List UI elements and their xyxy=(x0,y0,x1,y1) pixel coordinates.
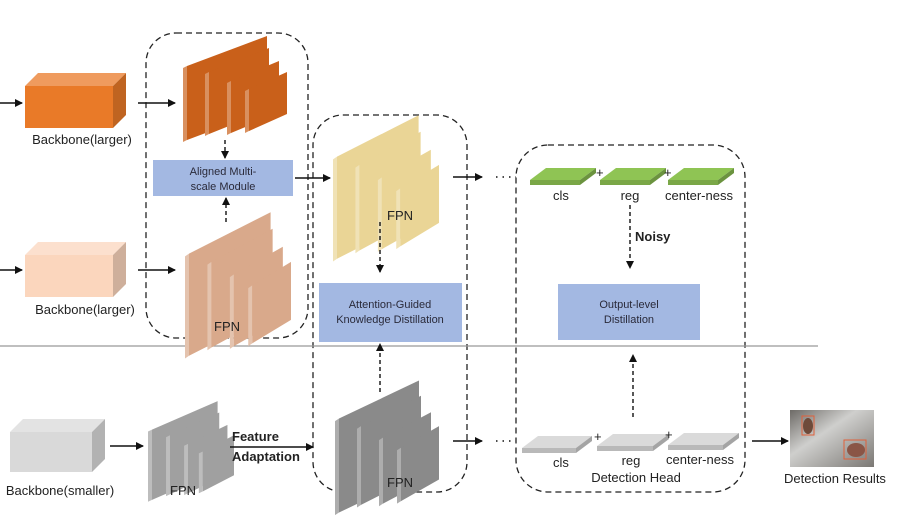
teacher-head-reg xyxy=(600,168,666,185)
box-top-face xyxy=(25,73,126,86)
output-distill-label-1: Output-level xyxy=(599,299,658,311)
box-front-face xyxy=(25,255,113,297)
teacher-reg-label: reg xyxy=(621,188,640,203)
aligned-module-label-1: Aligned Multi- xyxy=(190,166,257,178)
output-level-distillation-box xyxy=(558,284,700,340)
fpn-layer-edge xyxy=(183,66,187,142)
attention-distill-label-1: Attention-Guided xyxy=(349,299,432,311)
box-top-face xyxy=(25,242,126,255)
plus-sign: + xyxy=(664,165,672,180)
plus-sign: + xyxy=(596,165,604,180)
fpn-layer-edge xyxy=(357,426,361,508)
fpn-layer-edge xyxy=(377,177,382,252)
backbone-student-label: Backbone(smaller) xyxy=(6,483,114,498)
fpn-layer-edge xyxy=(198,451,203,494)
teacher-head-centerness xyxy=(668,168,734,185)
box-front-face xyxy=(10,432,92,472)
detection-results-label: Detection Results xyxy=(784,471,886,486)
pipeline-diagram: Aligned Multi- scale Module Attention-Gu… xyxy=(0,32,886,516)
fpn-layer-edge xyxy=(205,72,209,136)
backbone-teacher-2-label: Backbone(larger) xyxy=(35,302,135,317)
student-head-centerness xyxy=(668,433,739,450)
plus-sign: + xyxy=(594,429,602,444)
backbone-teacher-1 xyxy=(25,73,126,128)
fpn-layer-edge xyxy=(229,274,234,349)
teacher-cls-label: cls xyxy=(553,188,569,203)
teacher-fpn-orange xyxy=(183,36,287,142)
detection-head-label: Detection Head xyxy=(591,470,681,485)
fpn-layer-edge xyxy=(227,81,231,135)
box-front-face xyxy=(25,86,113,128)
teacher-head-cls xyxy=(530,168,596,185)
fpn-layer-edge xyxy=(148,429,152,502)
fpn-layer-edge xyxy=(335,418,339,516)
student-head-cls xyxy=(522,436,592,453)
teacher-fpn-peach xyxy=(185,212,291,359)
noisy-label: Noisy xyxy=(635,229,671,244)
defect-blob xyxy=(847,443,865,457)
slab-front xyxy=(668,180,718,185)
fpn-layer-edge xyxy=(333,156,337,262)
slab-front xyxy=(597,446,653,451)
fpn-layer-edge xyxy=(248,285,253,347)
fpn-layer-edge xyxy=(245,89,249,133)
output-distill-label-2: Distillation xyxy=(604,314,654,326)
fpn-student-big-label: FPN xyxy=(387,475,413,490)
student-centerness-label: center-ness xyxy=(666,452,734,467)
defect-blob xyxy=(803,418,813,434)
backbone-teacher-2 xyxy=(25,242,126,297)
slab-front xyxy=(668,445,723,450)
fpn-layer-edge xyxy=(185,253,189,359)
backbone-teacher-1-label: Backbone(larger) xyxy=(32,132,132,147)
slab-front xyxy=(600,180,650,185)
attention-guided-distillation-box xyxy=(319,283,462,342)
fpn-layer-edge xyxy=(207,261,212,351)
student-cls-label: cls xyxy=(553,455,569,470)
diagram-canvas: Aligned Multi- scale Module Attention-Gu… xyxy=(0,0,918,517)
plus-sign: + xyxy=(665,427,673,442)
feature-adaptation-label-1: Feature xyxy=(232,429,279,444)
attention-distill-label-2: Knowledge Distillation xyxy=(336,314,444,326)
student-fpn-big xyxy=(335,380,439,516)
fpn-student-small-label: FPN xyxy=(170,483,196,498)
feature-adaptation-label-2: Adaptation xyxy=(232,449,300,464)
slab-front xyxy=(530,180,580,185)
slab-front xyxy=(522,448,576,453)
fpn-yellow-label: FPN xyxy=(387,208,413,223)
teacher-fpn-yellow xyxy=(333,115,439,262)
aligned-module-label-2: scale Module xyxy=(191,181,256,193)
fpn-peach-label: FPN xyxy=(214,319,240,334)
teacher-centerness-label: center-ness xyxy=(665,188,733,203)
backbone-student xyxy=(10,419,105,472)
box-top-face xyxy=(10,419,105,432)
student-head-reg xyxy=(597,434,669,451)
detection-result-image xyxy=(790,410,874,467)
student-reg-label: reg xyxy=(622,453,641,468)
fpn-layer-edge xyxy=(379,437,383,507)
fpn-layer-edge xyxy=(355,164,360,254)
